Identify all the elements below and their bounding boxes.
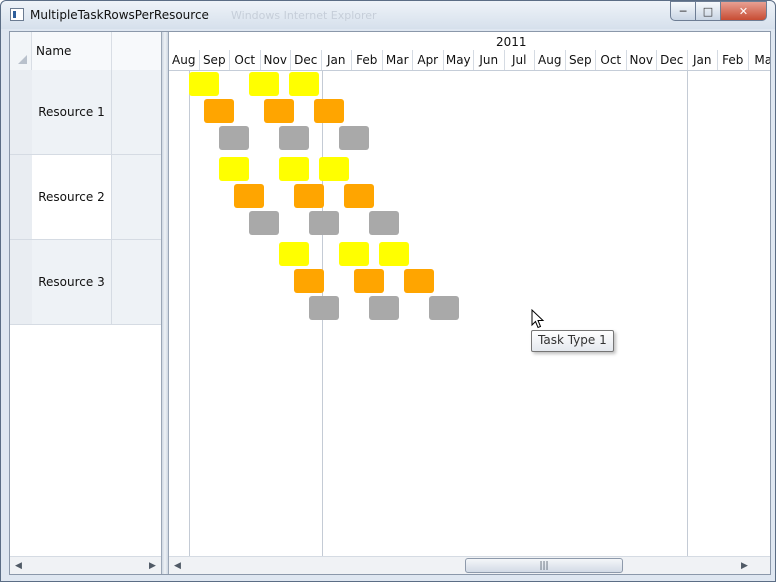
task-bar[interactable] <box>249 211 279 235</box>
select-all-corner[interactable] <box>10 32 32 70</box>
month-header: Aug Sep Oct Nov Dec Jan Feb Mar Apr May Jun Jul Aug S… <box>169 50 770 71</box>
grid-horizontal-scrollbar[interactable]: ◀ ▶ <box>10 556 161 574</box>
chart-horizontal-scrollbar[interactable]: ◀ ||| ▶ <box>169 556 770 574</box>
task-bar[interactable] <box>234 184 264 208</box>
minimize-button[interactable]: ─ <box>670 1 696 21</box>
month-label: Aug <box>535 50 566 70</box>
year-label: 2011 <box>496 35 527 49</box>
scroll-thumb[interactable]: ||| <box>465 558 623 573</box>
app-window: MultipleTaskRowsPerResource Windows Inte… <box>0 0 776 582</box>
task-bar[interactable] <box>204 99 234 123</box>
row-cell <box>112 70 161 154</box>
resource-name: Resource 3 <box>32 240 112 324</box>
month-label: Jun <box>474 50 505 70</box>
maximize-button[interactable]: □ <box>695 1 721 21</box>
task-bar[interactable] <box>279 242 309 266</box>
task-tooltip: Task Type 1 <box>531 330 614 352</box>
month-label: Mar <box>383 50 413 70</box>
close-icon: ✕ <box>738 4 749 18</box>
mouse-cursor-icon <box>531 309 545 329</box>
task-bar[interactable] <box>319 157 349 181</box>
resource-row[interactable]: Resource 2 <box>10 155 161 240</box>
month-label: Oct <box>230 50 261 70</box>
grid-header: Name <box>10 32 161 71</box>
scroll-right-icon[interactable]: ▶ <box>736 557 753 574</box>
task-bar[interactable] <box>309 296 339 320</box>
gantt-chart: 2011 Aug Sep Oct Nov Dec Jan Feb Mar Apr May Jun Ju… <box>169 32 770 556</box>
month-label: Feb <box>352 50 383 70</box>
month-label: Apr <box>413 50 444 70</box>
title-bar[interactable]: MultipleTaskRowsPerResource Windows Inte… <box>1 1 775 29</box>
task-bar[interactable] <box>404 269 434 293</box>
minimize-icon: ─ <box>679 4 687 18</box>
task-bar[interactable] <box>294 184 324 208</box>
task-bar[interactable] <box>309 211 339 235</box>
month-label: Jan <box>322 50 352 70</box>
resource-grid: Name Resource 1 Resource 2 Resource 3 <box>10 32 161 556</box>
row-header[interactable] <box>10 240 32 324</box>
month-label: Dec <box>657 50 688 70</box>
scroll-left-icon[interactable]: ◀ <box>10 557 27 574</box>
row-cell <box>112 240 161 324</box>
row-header[interactable] <box>10 155 32 239</box>
task-bar[interactable] <box>249 72 279 96</box>
row-cell <box>112 155 161 239</box>
month-label: Jan <box>688 50 718 70</box>
task-bar[interactable] <box>219 126 249 150</box>
month-label: Feb <box>718 50 749 70</box>
month-label: Ma <box>749 50 770 70</box>
task-bar[interactable] <box>344 184 374 208</box>
scroll-left-icon[interactable]: ◀ <box>169 557 186 574</box>
task-bar[interactable] <box>264 99 294 123</box>
month-label: Sep <box>566 50 596 70</box>
task-bar[interactable] <box>294 269 324 293</box>
month-label: Jul <box>505 50 535 70</box>
scroll-right-icon[interactable]: ▶ <box>144 557 161 574</box>
name-column-header[interactable]: Name <box>32 32 112 70</box>
task-bar[interactable] <box>314 99 344 123</box>
month-label: Dec <box>291 50 322 70</box>
client-area: Name Resource 1 Resource 2 Resource 3 20… <box>9 31 771 575</box>
grid-splitter[interactable] <box>161 32 169 574</box>
task-bar[interactable] <box>189 72 219 96</box>
task-bar[interactable] <box>279 126 309 150</box>
month-label: Nov <box>261 50 291 70</box>
resource-name: Resource 2 <box>32 155 112 239</box>
month-label: Nov <box>627 50 657 70</box>
background-window-title: Windows Internet Explorer <box>231 9 377 22</box>
resource-name: Resource 1 <box>32 70 112 154</box>
month-label: Aug <box>169 50 200 70</box>
row-header[interactable] <box>10 70 32 154</box>
task-bar[interactable] <box>429 296 459 320</box>
task-bar[interactable] <box>339 126 369 150</box>
resource-row[interactable]: Resource 3 <box>10 240 161 325</box>
grip-icon: ||| <box>539 560 549 571</box>
task-bar[interactable] <box>279 157 309 181</box>
year-header: 2011 <box>169 32 770 51</box>
close-button[interactable]: ✕ <box>720 1 767 21</box>
task-bar[interactable] <box>369 296 399 320</box>
month-label: Sep <box>200 50 230 70</box>
task-bar[interactable] <box>219 157 249 181</box>
app-icon[interactable] <box>10 8 24 21</box>
month-label: May <box>444 50 474 70</box>
task-bar[interactable] <box>379 242 409 266</box>
gridline <box>189 32 190 556</box>
maximize-icon: □ <box>702 4 714 18</box>
gridline <box>687 32 688 556</box>
task-bar[interactable] <box>369 211 399 235</box>
month-label: Oct <box>596 50 627 70</box>
task-bar[interactable] <box>289 72 319 96</box>
task-bar[interactable] <box>354 269 384 293</box>
task-bar[interactable] <box>339 242 369 266</box>
window-title: MultipleTaskRowsPerResource <box>30 8 209 22</box>
resource-row[interactable]: Resource 1 <box>10 70 161 155</box>
